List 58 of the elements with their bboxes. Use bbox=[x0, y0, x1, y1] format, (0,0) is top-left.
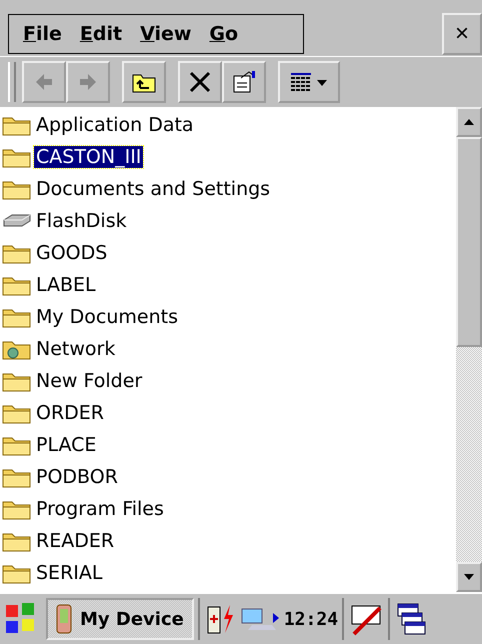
file-list-item[interactable]: ORDER bbox=[0, 397, 456, 429]
file-list-item[interactable]: Application Data bbox=[0, 109, 456, 141]
file-list-item[interactable]: My Documents bbox=[0, 301, 456, 333]
toolbar-grip[interactable] bbox=[8, 62, 16, 102]
view-dropdown-button[interactable] bbox=[278, 61, 340, 103]
clock[interactable]: 12:24 bbox=[284, 608, 338, 630]
file-list-item[interactable]: CASTON_III bbox=[0, 141, 456, 173]
file-list-item[interactable]: SERIAL bbox=[0, 557, 456, 589]
battery-charging-icon[interactable] bbox=[206, 603, 236, 635]
handheld-device-icon bbox=[56, 604, 72, 634]
down-arrow-icon bbox=[464, 574, 474, 580]
properties-button[interactable] bbox=[222, 61, 266, 103]
windows-stack-icon[interactable] bbox=[396, 602, 426, 636]
file-list-item[interactable]: Documents and Settings bbox=[0, 173, 456, 205]
item-label: New Folder bbox=[35, 370, 144, 392]
item-label: PODBOR bbox=[35, 466, 119, 488]
item-label: Program Files bbox=[35, 498, 165, 520]
file-list-item[interactable]: Program Files bbox=[0, 493, 456, 525]
item-label: Application Data bbox=[35, 114, 195, 136]
item-label: FlashDisk bbox=[35, 210, 128, 232]
file-list-item[interactable]: Network bbox=[0, 333, 456, 365]
right-arrow-icon bbox=[78, 72, 98, 92]
left-arrow-icon bbox=[34, 72, 54, 92]
list-view-icon bbox=[289, 71, 329, 93]
menu-item[interactable]: View bbox=[134, 23, 198, 45]
item-label: SERIAL bbox=[35, 562, 104, 584]
properties-icon bbox=[231, 69, 257, 95]
scroll-thumb[interactable] bbox=[456, 137, 482, 347]
item-label: PLACE bbox=[35, 434, 98, 456]
item-label: Network bbox=[35, 338, 116, 360]
close-button[interactable]: × bbox=[442, 13, 482, 55]
item-label: LABEL bbox=[35, 274, 97, 296]
item-label: My Documents bbox=[35, 306, 180, 328]
item-label: GOODS bbox=[35, 242, 108, 264]
scroll-down-button[interactable] bbox=[456, 562, 482, 592]
up-arrow-icon bbox=[464, 119, 474, 125]
forward-button[interactable] bbox=[66, 61, 110, 103]
back-button[interactable] bbox=[22, 61, 66, 103]
menu-item[interactable]: File bbox=[17, 23, 68, 45]
item-label: ORDER bbox=[35, 402, 105, 424]
file-list-item[interactable]: LABEL bbox=[0, 269, 456, 301]
item-label: CASTON_III bbox=[34, 146, 144, 168]
scrollbar[interactable] bbox=[456, 107, 482, 592]
file-list-item[interactable]: New Folder bbox=[0, 365, 456, 397]
file-list-item[interactable]: FlashDisk bbox=[0, 205, 456, 237]
item-label: READER bbox=[35, 530, 116, 552]
file-list-item[interactable]: READER bbox=[0, 525, 456, 557]
file-list-item[interactable]: PODBOR bbox=[0, 461, 456, 493]
menu-item[interactable]: Go bbox=[203, 23, 244, 45]
delete-button[interactable] bbox=[178, 61, 222, 103]
scroll-up-button[interactable] bbox=[456, 107, 482, 137]
up-folder-button[interactable] bbox=[122, 61, 166, 103]
file-list-item[interactable]: PLACE bbox=[0, 429, 456, 461]
taskbar-button[interactable]: My Device bbox=[46, 598, 194, 640]
delete-icon bbox=[188, 70, 212, 94]
file-list-item[interactable]: GOODS bbox=[0, 237, 456, 269]
item-label: Documents and Settings bbox=[35, 178, 272, 200]
menu-item[interactable]: Edit bbox=[74, 23, 128, 45]
